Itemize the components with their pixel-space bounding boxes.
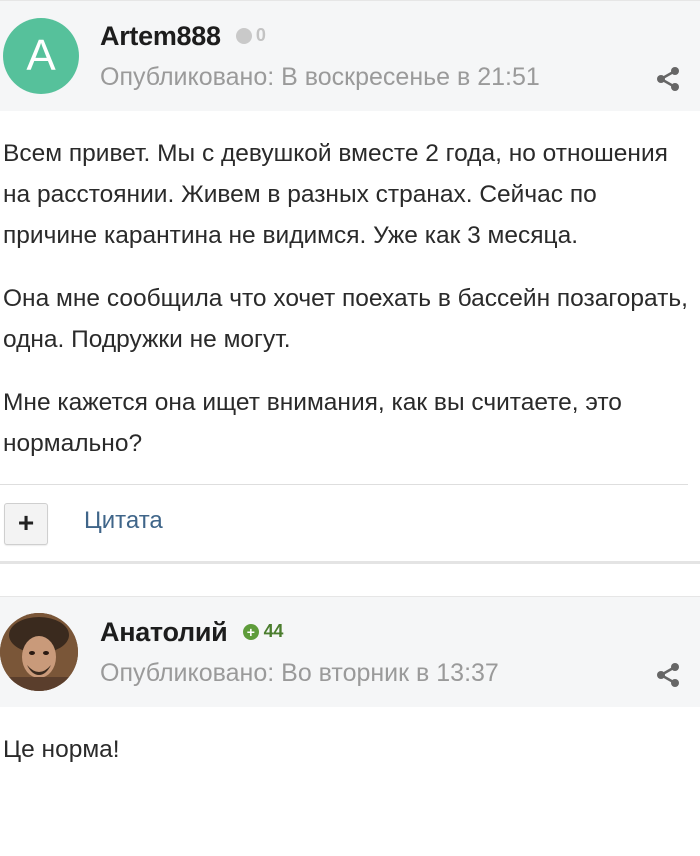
reputation-badge: 0	[235, 25, 266, 46]
reputation-badge: + 44	[242, 621, 284, 642]
post-paragraph: Всем привет. Мы с девушкой вместе 2 года…	[3, 140, 668, 249]
author-link[interactable]: Artem888	[100, 21, 221, 51]
avatar[interactable]	[0, 613, 78, 691]
author-name: Artem888 0	[100, 21, 266, 52]
post-2: Анатолий + 44 Опубликовано: Во вторник в…	[0, 596, 700, 770]
plus-circle-icon: +	[242, 623, 259, 640]
post-paragraph: Она мне сообщила что хочет поехать в бас…	[3, 285, 688, 353]
published-date: Опубликовано: В воскресенье в 21:51	[100, 63, 540, 91]
post-paragraph: Мне кажется она ищет внимания, как вы сч…	[3, 389, 622, 457]
post-header: A Artem888 0 Опубликовано: В воскресенье…	[0, 0, 700, 111]
quote-link[interactable]: Цитата	[84, 507, 163, 535]
post-actions: + Цитата	[0, 485, 700, 561]
author-link[interactable]: Анатолий	[100, 617, 228, 647]
avatar[interactable]: A	[3, 18, 79, 94]
author-name: Анатолий + 44	[100, 617, 283, 648]
published-date: Опубликовано: Во вторник в 13:37	[100, 659, 499, 687]
reputation-count: 0	[255, 25, 266, 46]
post-content: Це норма!	[0, 707, 700, 770]
post-header: Анатолий + 44 Опубликовано: Во вторник в…	[0, 596, 700, 707]
post-separator	[0, 561, 700, 596]
post-content: Всем привет. Мы с девушкой вместе 2 года…	[0, 111, 700, 464]
plus-button[interactable]: +	[4, 503, 48, 545]
post-paragraph: Це норма!	[3, 736, 120, 763]
share-icon[interactable]	[654, 65, 682, 93]
reputation-count: 44	[263, 621, 284, 642]
neutral-dot-icon	[235, 27, 252, 44]
avatar-portrait-icon	[0, 613, 78, 691]
post-1: A Artem888 0 Опубликовано: В воскресенье…	[0, 0, 700, 561]
share-icon[interactable]	[654, 661, 682, 689]
